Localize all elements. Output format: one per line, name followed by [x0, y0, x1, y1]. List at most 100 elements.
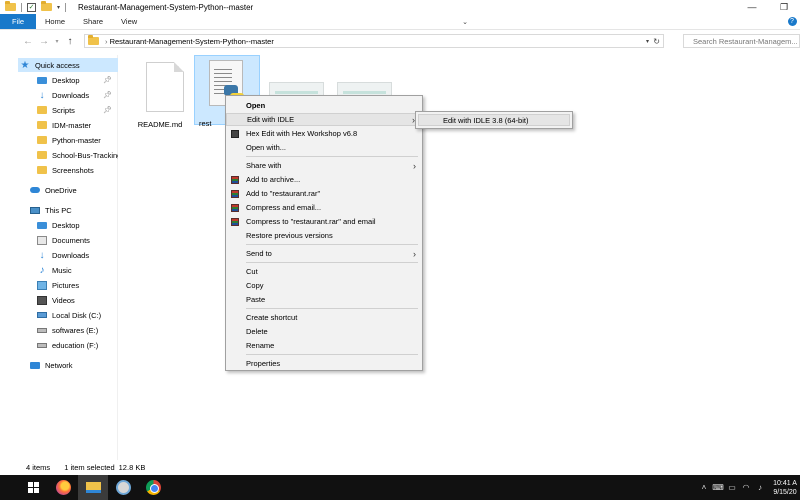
nav-item-documents[interactable]: Documents	[0, 233, 118, 247]
status-item-count: 4 items	[26, 463, 51, 472]
nav-item-education-f[interactable]: education (F:)	[0, 338, 118, 352]
taskbar-firefox[interactable]	[48, 475, 78, 500]
nav-item-local-disk-c[interactable]: Local Disk (C:)	[0, 308, 118, 322]
status-size: 12.8 KB	[118, 463, 146, 472]
nav-item-pictures[interactable]: Pictures	[0, 278, 118, 292]
refresh-icon[interactable]: ↻	[653, 37, 660, 46]
status-selection: 1 item selected	[64, 463, 115, 472]
clock[interactable]: 10:41 A 9/15/20	[770, 479, 800, 497]
battery-icon[interactable]: ▭	[725, 483, 739, 492]
taskbar-app[interactable]	[108, 475, 138, 500]
nav-label: This PC	[45, 205, 72, 215]
pin-icon: 📌︎	[103, 107, 112, 114]
menu-item-edit-with-idle[interactable]: Edit with IDLE ›	[226, 113, 422, 126]
windows-logo-icon	[27, 482, 39, 493]
nav-item-softwares-e[interactable]: softwares (E:)	[0, 323, 118, 337]
menu-item-paste[interactable]: Paste	[226, 293, 422, 306]
nav-item-music[interactable]: ♪ Music	[0, 263, 118, 277]
menu-item-add-to-rar[interactable]: Add to "restaurant.rar"	[226, 187, 422, 200]
menu-item-hex-edit[interactable]: Hex Edit with Hex Workshop v6.8	[226, 127, 422, 140]
menu-separator	[246, 354, 418, 355]
nav-item-videos[interactable]: Videos	[0, 293, 118, 307]
nav-item-downloads[interactable]: ↓ Downloads 📌︎	[0, 88, 118, 102]
up-arrow-icon[interactable]: ↑	[62, 36, 78, 47]
clock-date: 9/15/20	[773, 488, 797, 496]
nav-label: Desktop	[52, 75, 80, 85]
nav-item-desktop[interactable]: Desktop 📌︎	[0, 73, 118, 87]
menu-item-compress-and-email[interactable]: Compress and email...	[226, 201, 422, 214]
nav-label: Downloads	[52, 250, 90, 260]
menu-item-send-to[interactable]: Send to ›	[226, 247, 422, 260]
forward-arrow-icon[interactable]: →	[36, 36, 52, 47]
nav-item-network[interactable]: Network	[0, 358, 118, 372]
menu-separator	[246, 308, 418, 309]
tab-view[interactable]: View	[112, 14, 146, 29]
taskbar-chrome[interactable]	[138, 475, 168, 500]
wifi-icon[interactable]: ◠	[739, 483, 753, 492]
nav-item-screenshots[interactable]: Screenshots	[0, 163, 118, 177]
expand-ribbon-chevron-icon[interactable]: ⌄	[457, 14, 473, 29]
menu-item-restore-previous-versions[interactable]: Restore previous versions	[226, 229, 422, 242]
menu-item-add-to-archive[interactable]: Add to archive...	[226, 173, 422, 186]
menu-item-compress-to-rar-email[interactable]: Compress to "restaurant.rar" and email	[226, 215, 422, 228]
menu-item-cut[interactable]: Cut	[226, 265, 422, 278]
nav-label: Desktop	[52, 220, 80, 230]
help-button[interactable]: ?	[784, 14, 800, 29]
recent-locations-chevron-icon[interactable]: ▾	[52, 38, 62, 45]
network-icon	[30, 361, 40, 369]
tab-share[interactable]: Share	[74, 14, 112, 29]
start-button[interactable]	[18, 475, 48, 500]
menu-item-create-shortcut[interactable]: Create shortcut	[226, 311, 422, 324]
app-icon	[115, 480, 131, 495]
nav-item-this-pc[interactable]: This PC	[0, 203, 118, 217]
nav-item-python-master[interactable]: Python-master	[0, 133, 118, 147]
menu-item-open[interactable]: Open	[226, 99, 422, 112]
nav-item-school-bus-tracking[interactable]: School-Bus-Tracking	[0, 148, 118, 162]
address-bar[interactable]: Restaurant-Management-System-Python--mas…	[84, 34, 664, 48]
back-arrow-icon[interactable]: ←	[20, 36, 36, 47]
ribbon-tabs: File Home Share View ⌄ ?	[0, 14, 800, 30]
nav-item-pc-downloads[interactable]: ↓ Downloads	[0, 248, 118, 262]
menu-item-copy[interactable]: Copy	[226, 279, 422, 292]
menu-item-edit-with-idle-3-8[interactable]: Edit with IDLE 3.8 (64-bit)	[418, 114, 570, 126]
tab-file[interactable]: File	[0, 14, 36, 29]
nav-item-onedrive[interactable]: OneDrive	[0, 183, 118, 197]
nav-label: Local Disk (C:)	[52, 310, 102, 320]
file-name: README.md	[137, 120, 183, 129]
file-item-readme[interactable]: README.md	[127, 57, 193, 129]
nav-item-quick-access[interactable]: ★ Quick access	[18, 58, 118, 72]
minimize-button[interactable]: —	[736, 0, 768, 14]
status-bar: 4 items 1 item selected 12.8 KB	[0, 461, 800, 474]
maximize-button[interactable]: ❐	[768, 0, 800, 14]
drive-icon	[37, 342, 47, 348]
menu-item-share-with[interactable]: Share with ›	[226, 159, 422, 172]
menu-item-properties[interactable]: Properties	[226, 357, 422, 370]
toolbar-separator	[21, 2, 22, 12]
videos-icon	[37, 295, 47, 305]
keyboard-icon[interactable]: ⌨	[711, 483, 725, 492]
customize-toolbar-chevron-icon[interactable]: ▾	[57, 4, 60, 11]
nav-label: Screenshots	[52, 165, 94, 175]
menu-item-label: Compress and email...	[246, 203, 322, 212]
address-path[interactable]: Restaurant-Management-System-Python--mas…	[105, 37, 274, 46]
menu-item-delete[interactable]: Delete	[226, 325, 422, 338]
menu-item-rename[interactable]: Rename	[226, 339, 422, 352]
search-input[interactable]: Search Restaurant-Managem...	[683, 34, 800, 48]
address-dropdown-chevron-icon[interactable]: ▾	[646, 38, 649, 45]
menu-item-open-with[interactable]: Open with...	[226, 141, 422, 154]
document-icon	[146, 62, 184, 112]
show-hidden-icons-chevron-icon[interactable]: ˄	[697, 483, 711, 492]
clock-time: 10:41 A	[773, 479, 797, 487]
winrar-icon	[231, 176, 239, 184]
taskbar-file-explorer[interactable]	[78, 475, 108, 500]
pin-icon: 📌︎	[103, 92, 112, 99]
new-folder-icon[interactable]	[41, 1, 52, 11]
nav-item-scripts[interactable]: Scripts 📌︎	[0, 103, 118, 117]
nav-item-pc-desktop[interactable]: Desktop	[0, 218, 118, 232]
nav-label: Quick access	[35, 60, 80, 70]
nav-item-idm-master[interactable]: IDM-master	[0, 118, 118, 132]
volume-icon[interactable]: ♪	[753, 483, 767, 492]
tab-home[interactable]: Home	[36, 14, 74, 29]
properties-check-icon[interactable]: ✓	[27, 2, 36, 12]
nav-label: Documents	[52, 235, 90, 245]
